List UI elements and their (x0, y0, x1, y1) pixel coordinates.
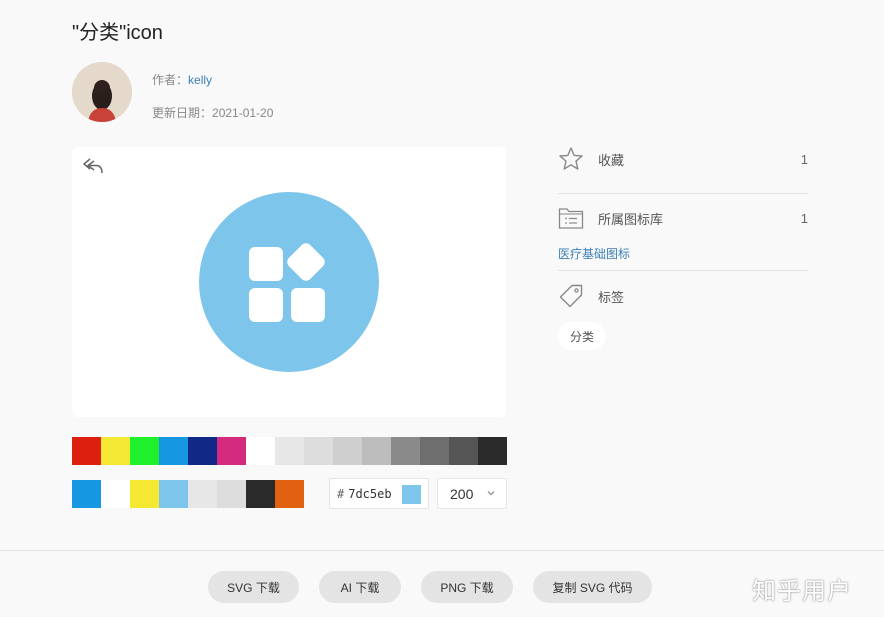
favorite-count: 1 (800, 151, 808, 167)
chevron-down-icon (487, 491, 495, 496)
watermark: 知乎用户 (752, 577, 852, 605)
palette-swatch[interactable] (304, 437, 333, 465)
hex-swatch[interactable] (402, 485, 421, 504)
recent-color-swatch[interactable] (246, 480, 275, 508)
author-line: 作者：kelly (152, 71, 212, 88)
png-download-button[interactable]: PNG 下载 (421, 571, 513, 603)
star-icon[interactable] (558, 146, 584, 172)
recent-color-swatch[interactable] (72, 480, 101, 508)
size-select[interactable]: 200 (437, 478, 507, 509)
category-icon-circle (199, 192, 379, 372)
palette-swatch[interactable] (275, 437, 304, 465)
palette-swatch[interactable] (391, 437, 420, 465)
tags-row: 标签 (558, 283, 808, 309)
hex-hash: # (337, 486, 345, 501)
palette-swatch[interactable] (130, 437, 159, 465)
palette-swatch[interactable] (101, 437, 130, 465)
page-title: "分类"icon (72, 22, 163, 44)
copy-svg-button[interactable]: 复制 SVG 代码 (533, 571, 652, 603)
library-label: 所属图标库 (598, 211, 664, 227)
ai-download-button[interactable]: AI 下载 (319, 571, 401, 603)
color-palette (72, 437, 507, 465)
recent-color-swatch[interactable] (188, 480, 217, 508)
divider (558, 193, 808, 194)
favorite-row[interactable]: 收藏 1 (558, 146, 808, 172)
palette-swatch[interactable] (159, 437, 188, 465)
palette-swatch[interactable] (188, 437, 217, 465)
palette-swatch[interactable] (362, 437, 391, 465)
library-row: 所属图标库 1 (558, 206, 808, 230)
recent-color-swatch[interactable] (275, 480, 304, 508)
color-hex-input[interactable]: # 7dc5eb (329, 478, 429, 509)
favorite-label: 收藏 (598, 152, 625, 168)
date-line: 更新日期：2021-01-20 (152, 104, 273, 121)
hex-value[interactable]: 7dc5eb (348, 487, 391, 501)
recent-colors (72, 480, 304, 508)
date-value: 2021-01-20 (212, 106, 274, 120)
recent-color-swatch[interactable] (159, 480, 188, 508)
recent-color-swatch[interactable] (130, 480, 159, 508)
svg-download-button[interactable]: SVG 下载 (208, 571, 299, 603)
size-value: 200 (450, 485, 474, 502)
avatar[interactable] (72, 62, 132, 122)
author-label: 作者： (152, 73, 189, 87)
palette-swatch[interactable] (478, 437, 507, 465)
palette-swatch[interactable] (333, 437, 362, 465)
folder-list-icon (558, 208, 584, 229)
author-link[interactable]: kelly (188, 73, 212, 87)
divider (558, 270, 808, 271)
palette-swatch[interactable] (72, 437, 101, 465)
library-count: 1 (800, 210, 808, 226)
palette-swatch[interactable] (449, 437, 478, 465)
avatar-image (72, 62, 132, 122)
tag-chip[interactable]: 分类 (558, 322, 607, 350)
recent-color-swatch[interactable] (217, 480, 246, 508)
palette-swatch[interactable] (246, 437, 275, 465)
tags-label: 标签 (598, 289, 625, 305)
palette-swatch[interactable] (217, 437, 246, 465)
icon-preview (72, 147, 506, 417)
category-icon (249, 243, 325, 322)
recent-color-swatch[interactable] (101, 480, 130, 508)
tag-icon (559, 284, 583, 308)
date-label: 更新日期： (152, 106, 213, 120)
library-link[interactable]: 医疗基础图标 (558, 245, 630, 262)
undo-icon[interactable] (82, 157, 104, 175)
palette-swatch[interactable] (420, 437, 449, 465)
